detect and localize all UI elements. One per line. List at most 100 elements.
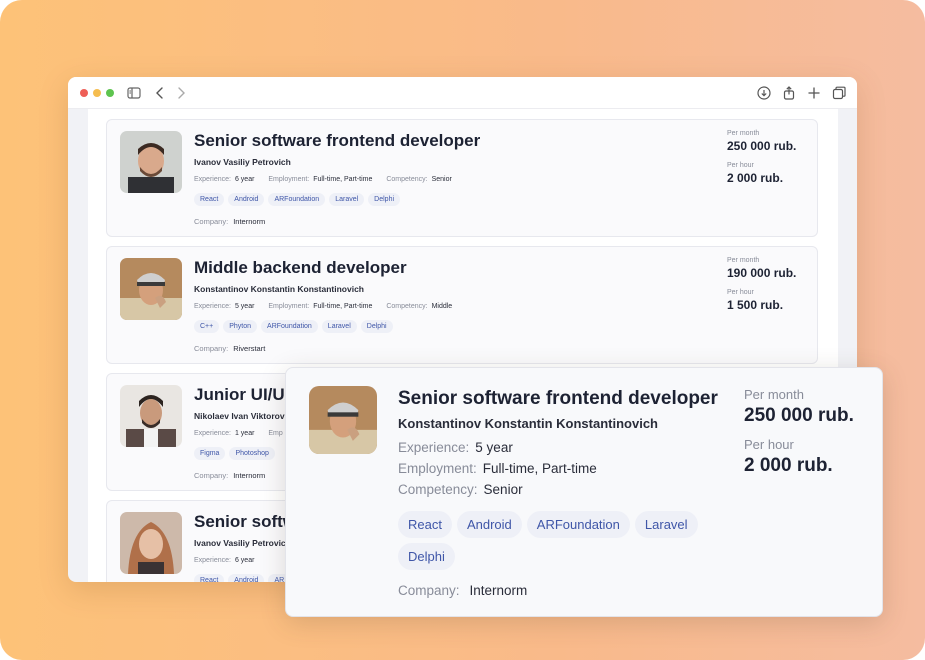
- experience-value: 6 year: [234, 176, 255, 183]
- skill-tag[interactable]: C++: [194, 320, 220, 333]
- competency-label: Competency:: [398, 482, 478, 497]
- candidate-name: Ivanov Vasiliy Petrovich: [194, 157, 291, 167]
- skill-tags: React Android ARFoundation Laravel Delph…: [194, 193, 401, 206]
- company: Company: Internorm: [194, 217, 265, 226]
- per-hour-label: Per hour: [727, 162, 754, 169]
- skill-tag[interactable]: Delphi: [398, 543, 455, 570]
- experience-value: 1 year: [234, 430, 255, 437]
- competency-value: Senior: [483, 482, 523, 497]
- skill-tags: React Android AR: [194, 574, 291, 582]
- candidate-meta: Experience: 1 year Emp: [194, 430, 283, 437]
- per-hour-label: Per hour: [727, 289, 754, 296]
- job-title[interactable]: Senior software frontend developer: [194, 131, 480, 151]
- per-month-label: Per month: [744, 387, 804, 402]
- skill-tag[interactable]: ARFoundation: [526, 511, 630, 538]
- forward-icon[interactable]: [173, 85, 189, 101]
- company-label: Company:: [194, 344, 229, 353]
- skill-tag[interactable]: Figma: [194, 447, 226, 460]
- company-row: Company: Internorm: [398, 583, 527, 598]
- skill-tag[interactable]: React: [398, 511, 452, 538]
- experience-label: Experience:: [398, 440, 470, 455]
- competency-label: Competency:: [386, 176, 428, 183]
- avatar: [120, 131, 182, 193]
- skill-tag[interactable]: Laravel: [634, 511, 698, 538]
- skill-tag[interactable]: Photoshop: [229, 447, 275, 460]
- skill-tag[interactable]: Android: [228, 574, 265, 582]
- per-hour-value: 1 500 rub.: [727, 298, 784, 312]
- skill-tag[interactable]: ARFoundation: [268, 193, 326, 206]
- company-label: Company:: [194, 217, 229, 226]
- skill-tag[interactable]: React: [194, 574, 225, 582]
- salary-month: Per month 250 000 rub.: [727, 130, 796, 153]
- candidate-name: Konstantinov Konstantin Konstantinovich: [398, 416, 658, 431]
- skill-tag[interactable]: ARFoundation: [261, 320, 318, 333]
- per-month-value: 250 000 rub.: [744, 405, 854, 426]
- per-month-value: 250 000 rub.: [727, 139, 797, 153]
- sidebar-icon[interactable]: [126, 85, 142, 101]
- per-month-label: Per month: [727, 257, 760, 264]
- avatar: [120, 385, 182, 447]
- skill-tag[interactable]: Android: [228, 193, 265, 206]
- competency-value: Middle: [431, 303, 453, 310]
- tabs-icon[interactable]: [831, 85, 847, 101]
- skill-tag[interactable]: Phyton: [223, 320, 258, 333]
- share-icon[interactable]: [781, 85, 797, 101]
- company-value: Internorm: [233, 471, 266, 480]
- skill-tag[interactable]: Android: [456, 511, 522, 538]
- maximize-window-button[interactable]: [106, 88, 114, 97]
- job-title[interactable]: Junior UI/UX: [194, 385, 296, 405]
- salary-month: Per month 190 000 rub.: [727, 257, 796, 280]
- avatar: [120, 512, 182, 574]
- experience-label: Experience:: [194, 430, 231, 437]
- per-month-value: 190 000 rub.: [727, 266, 797, 280]
- salary-hour: Per hour 1 500 rub.: [727, 289, 783, 312]
- experience-label: Experience:: [194, 557, 231, 564]
- per-hour-value: 2 000 rub.: [744, 455, 833, 476]
- skill-tag[interactable]: Laravel: [321, 320, 357, 333]
- experience-value: 5 year: [475, 440, 513, 455]
- job-title[interactable]: Middle backend developer: [194, 258, 407, 278]
- per-hour-value: 2 000 rub.: [727, 171, 784, 185]
- company: Company: Internorm: [194, 471, 265, 480]
- company: Company: Riverstart: [194, 344, 265, 353]
- per-month-label: Per month: [727, 130, 760, 137]
- company-value: Internorm: [233, 217, 266, 226]
- skill-tags: React Android ARFoundation Laravel Delph…: [398, 511, 728, 570]
- candidate-card-expanded[interactable]: Senior software frontend developer Konst…: [285, 367, 883, 617]
- download-icon[interactable]: [756, 85, 772, 101]
- back-icon[interactable]: [152, 85, 168, 101]
- employment-label: Employment:: [268, 176, 310, 183]
- employment-value: Full-time, Part-time: [482, 461, 597, 476]
- company-label: Company:: [194, 471, 229, 480]
- competency-label: Competency:: [386, 303, 428, 310]
- experience-row: Experience: 5 year: [398, 440, 513, 455]
- minimize-window-button[interactable]: [93, 88, 101, 97]
- candidate-card[interactable]: Middle backend developer Konstantinov Ko…: [106, 246, 818, 364]
- skill-tags: C++ Phyton ARFoundation Laravel Delphi: [194, 320, 393, 333]
- salary-month: Per month 250 000 rub.: [744, 387, 854, 427]
- employment-value: Full-time, Part-time: [313, 303, 373, 310]
- employment-label: Emp: [268, 430, 283, 437]
- competency-value: Senior: [431, 176, 452, 183]
- job-title[interactable]: Senior softw: [194, 512, 296, 532]
- plus-icon[interactable]: [806, 85, 822, 101]
- experience-label: Experience:: [194, 176, 231, 183]
- candidate-meta: Experience: 6 year Employment: Full-time, …: [194, 176, 464, 183]
- skill-tags: Figma Photoshop: [194, 447, 275, 460]
- company-label: Company:: [398, 583, 460, 598]
- close-window-button[interactable]: [80, 88, 88, 97]
- avatar: [309, 386, 377, 454]
- candidate-card[interactable]: Senior software frontend developer Ivano…: [106, 119, 818, 237]
- job-title[interactable]: Senior software frontend developer: [398, 388, 718, 410]
- company-value: Internorm: [469, 583, 528, 598]
- skill-tag[interactable]: Delphi: [368, 193, 401, 206]
- per-hour-label: Per hour: [744, 437, 794, 452]
- experience-label: Experience:: [194, 303, 231, 310]
- skill-tag[interactable]: Laravel: [329, 193, 365, 206]
- employment-label: Employment:: [398, 461, 477, 476]
- skill-tag[interactable]: Delphi: [360, 320, 393, 333]
- employment-value: Full-time, Part-time: [313, 176, 373, 183]
- experience-value: 6 year: [234, 557, 255, 564]
- skill-tag[interactable]: React: [194, 193, 225, 206]
- avatar: [120, 258, 182, 320]
